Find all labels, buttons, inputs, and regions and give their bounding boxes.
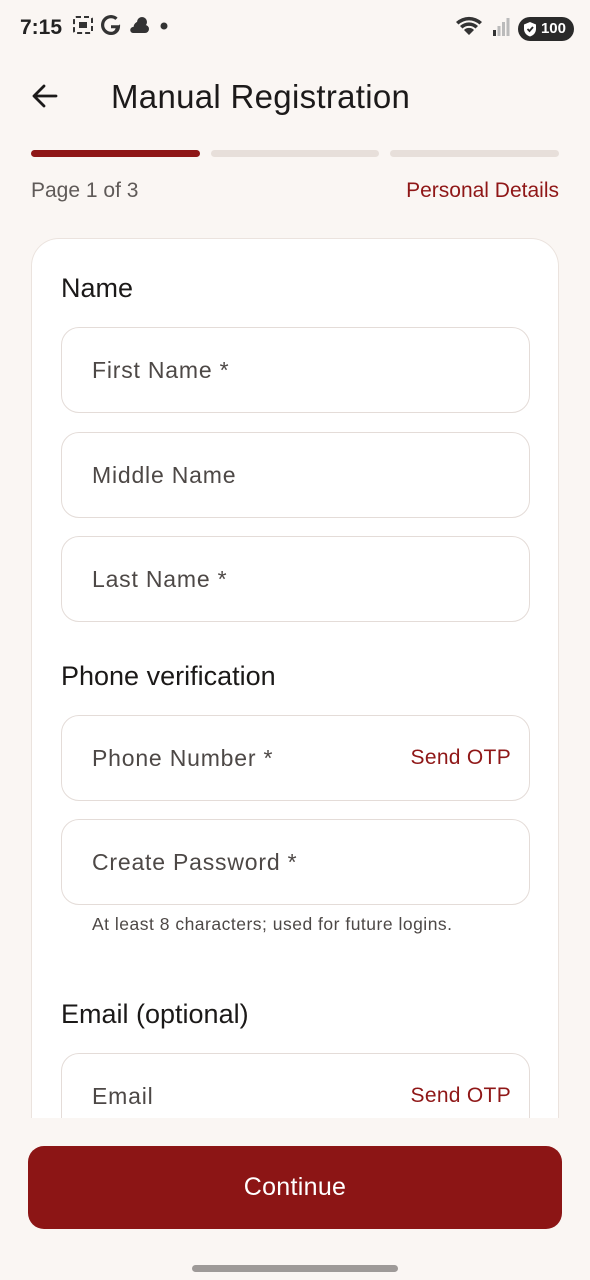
name-section-title: Name: [61, 273, 134, 303]
wifi-icon: [454, 14, 484, 43]
email-section-title: Email (optional): [61, 999, 249, 1029]
progress-segment-2: [210, 150, 380, 157]
email-send-otp-button[interactable]: Send OTP: [411, 1084, 511, 1108]
battery-level: 100: [540, 20, 566, 37]
phone-number-placeholder: Phone Number *: [92, 744, 274, 771]
status-icons-left: [72, 14, 170, 41]
form-card: Name First Name * Middle Name Last Name …: [31, 238, 559, 1128]
last-name-placeholder: Last Name *: [92, 565, 228, 592]
arrow-left-icon: [29, 81, 59, 116]
signal-icon: [492, 15, 510, 42]
continue-label: Continue: [243, 1173, 347, 1201]
create-password-field[interactable]: Create Password *: [61, 819, 530, 905]
progress-segment-3: [390, 150, 560, 157]
create-password-placeholder: Create Password *: [92, 848, 298, 875]
registration-screen: 7:15 100 Manual Registration Page 1 of 3…: [0, 0, 590, 1280]
email-field[interactable]: Email Send OTP: [61, 1053, 530, 1128]
first-name-placeholder: First Name *: [92, 356, 230, 383]
step-info: Page 1 of 3 Personal Details: [31, 179, 559, 203]
page-title: Manual Registration: [111, 78, 411, 115]
first-name-field[interactable]: First Name *: [61, 327, 530, 413]
password-helper-text: At least 8 characters; used for future l…: [92, 914, 453, 934]
phone-section-title: Phone verification: [61, 661, 276, 691]
app-bar: Manual Registration: [0, 58, 590, 136]
middle-name-placeholder: Middle Name: [92, 461, 237, 488]
phone-number-field[interactable]: Phone Number * Send OTP: [61, 715, 530, 801]
email-placeholder: Email: [92, 1082, 154, 1109]
continue-button[interactable]: Continue: [28, 1146, 562, 1229]
status-bar: 7:15 100: [0, 0, 590, 58]
status-time: 7:15: [20, 16, 63, 39]
step-name: Personal Details: [406, 179, 559, 202]
home-indicator[interactable]: [192, 1265, 398, 1272]
dot-icon: [158, 19, 170, 37]
middle-name-field[interactable]: Middle Name: [61, 432, 530, 518]
weather-icon: [128, 15, 152, 40]
back-button[interactable]: [24, 78, 64, 118]
phone-send-otp-button[interactable]: Send OTP: [411, 746, 511, 770]
page-indicator: Page 1 of 3: [31, 179, 139, 202]
progress-segment-1: [31, 150, 200, 157]
status-icons-right: 100: [454, 14, 574, 43]
step-progress: [31, 150, 560, 158]
last-name-field[interactable]: Last Name *: [61, 536, 530, 622]
google-icon: [100, 14, 122, 41]
battery-icon: 100: [517, 16, 574, 41]
screenshot-icon: [72, 15, 94, 40]
